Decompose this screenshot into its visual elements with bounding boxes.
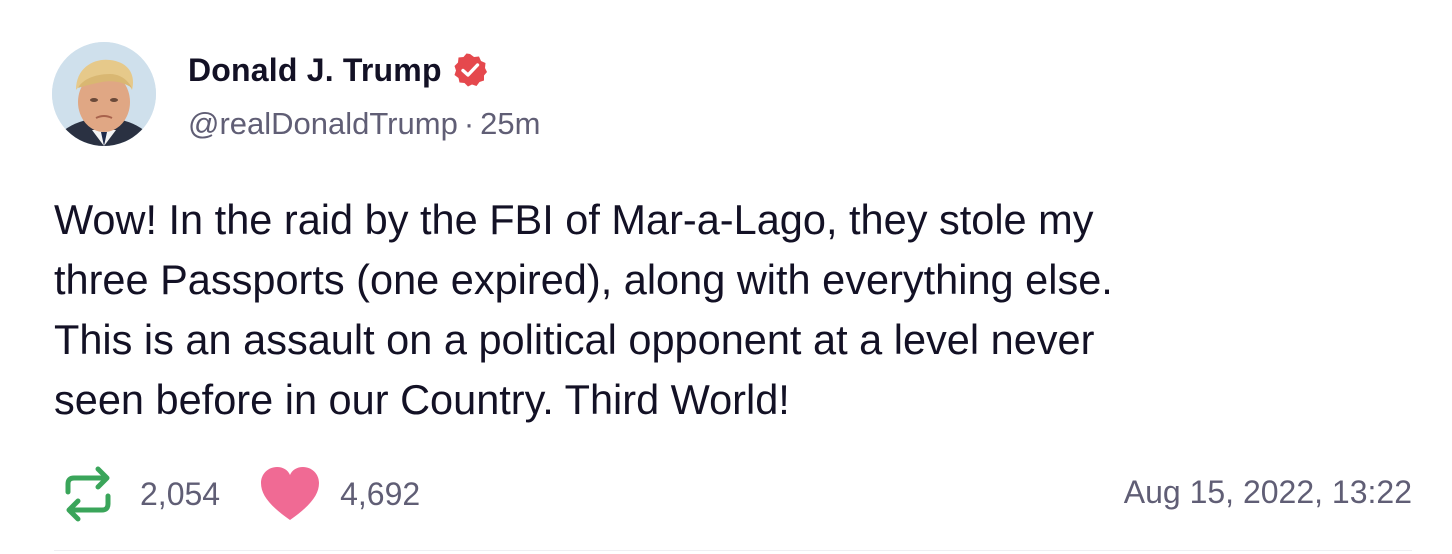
heart-icon [261, 467, 320, 520]
avatar[interactable] [52, 42, 156, 146]
meta-separator: · [463, 106, 475, 141]
author-name-row: Donald J. Trump [188, 50, 488, 90]
author-handle[interactable]: @realDonaldTrump [188, 106, 458, 141]
avatar-image [52, 42, 156, 146]
divider [54, 550, 1412, 551]
like-count: 4,692 [340, 475, 421, 512]
like-button[interactable]: 4,692 [260, 466, 420, 522]
post-actions: 2,054 4,692 [56, 462, 420, 526]
post-text: Wow! In the raid by the FBI of Mar-a-Lag… [54, 196, 1113, 423]
repost-count: 2,054 [140, 475, 221, 512]
author-display-name[interactable]: Donald J. Trump [188, 52, 442, 89]
relative-time[interactable]: 25m [480, 106, 540, 141]
author-meta: @realDonaldTrump · 25m [188, 106, 540, 142]
verified-badge-icon[interactable] [452, 52, 488, 88]
repost-button[interactable]: 2,054 [56, 462, 220, 526]
post-card: Donald J. Trump @realDonaldTrump · 25m Wow… [0, 0, 1452, 554]
repost-icon [65, 466, 111, 522]
post-timestamp[interactable]: Aug 15, 2022, 13:22 [1124, 474, 1412, 511]
